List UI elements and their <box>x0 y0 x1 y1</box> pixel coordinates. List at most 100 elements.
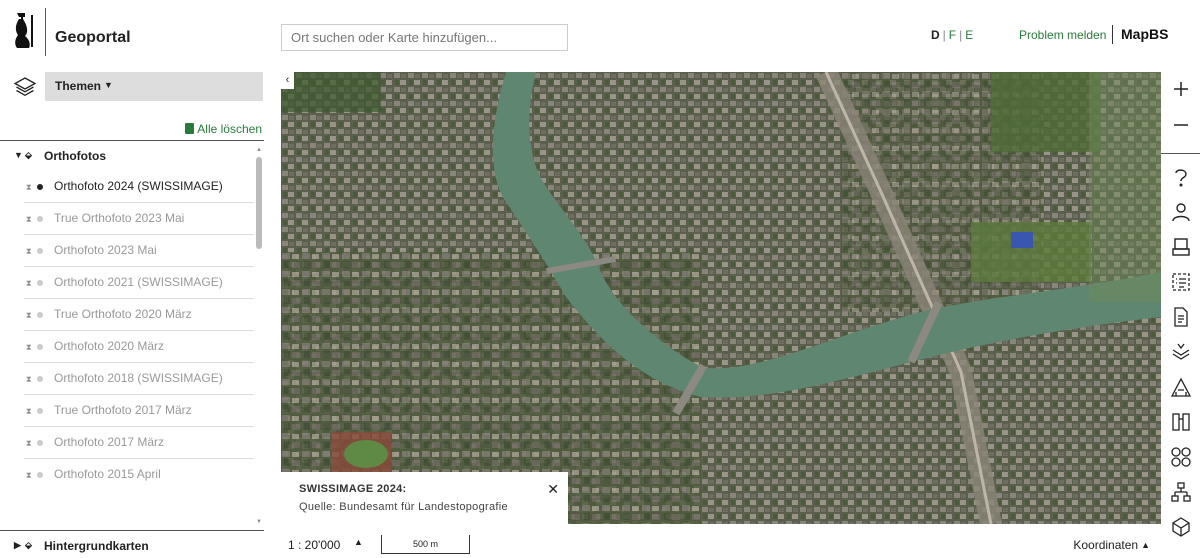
themes-dropdown[interactable]: Themen ▼ <box>45 72 263 101</box>
mapbs-divider <box>1112 25 1113 44</box>
measure-icon[interactable] <box>1170 376 1192 398</box>
toolbar-divider <box>1161 153 1200 154</box>
list-item[interactable]: ⧗ Orthofoto 2018 (SWISSIMAGE) <box>24 363 254 395</box>
visibility-dot-icon[interactable] <box>37 311 43 318</box>
visibility-dot-icon[interactable] <box>37 343 43 350</box>
drag-handle-icon[interactable]: ⧗ <box>26 242 32 259</box>
mapbs-link[interactable]: MapBS <box>1121 26 1168 42</box>
list-item[interactable]: ⧗ True Orthofoto 2017 März <box>24 395 254 427</box>
print-icon[interactable] <box>1170 236 1192 258</box>
visibility-dot-icon[interactable] <box>37 439 43 446</box>
app-title[interactable]: Geoportal <box>55 29 131 47</box>
scrollbar-thumb[interactable] <box>256 157 262 249</box>
list-item[interactable]: ⧗ True Orthofoto 2020 März <box>24 299 254 331</box>
status-bar: 1 : 20'000 ▲ 500 m Koordinaten ▲ <box>281 525 1161 557</box>
themes-label: Themen <box>55 79 102 93</box>
drag-handle-icon[interactable]: ⧗ <box>26 466 32 483</box>
caret-down-icon: ▼ <box>104 80 113 90</box>
map-toolbar <box>1161 72 1200 557</box>
visibility-dot-icon[interactable] <box>37 247 43 254</box>
list-item[interactable]: ⧗ Orthofoto 2015 April <box>24 459 254 490</box>
scroll-up-icon[interactable]: ▲ <box>256 147 262 153</box>
scalebar-label: 500 m <box>412 539 438 549</box>
visibility-dot-icon[interactable] <box>37 215 43 222</box>
caret-up-icon: ▲ <box>1141 540 1150 550</box>
divider <box>0 140 264 141</box>
sidebar-scrollbar[interactable]: ▲ ▼ <box>256 147 262 525</box>
zoom-out-icon[interactable] <box>1170 114 1192 136</box>
layer-label: True Orthofoto 2017 März <box>54 403 192 417</box>
layer-label: Orthofoto 2024 (SWISSIMAGE) <box>54 179 223 193</box>
scroll-down-icon[interactable]: ▼ <box>256 519 262 525</box>
drag-handle-icon[interactable]: ⧗ <box>26 434 32 451</box>
lang-de[interactable]: D <box>931 28 940 42</box>
tools-icon[interactable] <box>1170 446 1192 468</box>
aerial-orthophoto[interactable] <box>281 72 1161 524</box>
list-item[interactable]: ⧗ Orthofoto 2021 (SWISSIMAGE) <box>24 267 254 299</box>
legend-icon[interactable] <box>1170 271 1192 293</box>
group-label: Hintergrundkarten <box>44 539 149 553</box>
attribution-popup: SWISSIMAGE 2024: Quelle: Bundesamt für L… <box>281 472 568 525</box>
document-icon[interactable] <box>1170 306 1192 328</box>
delete-all-button[interactable]: Alle löschen <box>185 122 262 136</box>
collapse-sidebar-icon[interactable]: ‹ <box>281 72 294 89</box>
caret-up-icon[interactable]: ▲ <box>354 537 363 547</box>
drag-handle-icon[interactable]: ⧗ <box>26 210 32 227</box>
group-label: Orthofotos <box>44 149 106 163</box>
book-icon[interactable] <box>1170 411 1192 433</box>
visibility-dot-icon[interactable] <box>37 183 43 190</box>
group-orthofotos[interactable]: ▼ ⬙ Orthofotos <box>0 146 262 168</box>
layer-label: Orthofoto 2018 (SWISSIMAGE) <box>54 371 223 385</box>
list-item[interactable]: ⧗ Orthofoto 2020 März <box>24 331 254 363</box>
list-item[interactable]: ⧗ Orthofoto 2023 Mai <box>24 235 254 267</box>
layer-label: True Orthofoto 2023 Mai <box>54 211 185 225</box>
layer-label: True Orthofoto 2020 März <box>54 307 192 321</box>
close-icon[interactable]: ✕ <box>547 481 559 498</box>
layer-label: Orthofoto 2020 März <box>54 339 165 353</box>
scale-selector[interactable]: 1 : 20'000 <box>288 538 340 552</box>
lang-fr[interactable]: F <box>949 28 956 42</box>
layer-label: Orthofoto 2015 April <box>54 467 161 481</box>
layers-stack-icon[interactable] <box>1170 341 1192 363</box>
drag-handle-icon[interactable]: ⧗ <box>26 402 32 419</box>
zoom-in-icon[interactable] <box>1170 78 1192 100</box>
language-switcher: D | F | E <box>931 28 974 42</box>
coordinates-label: Koordinaten <box>1073 538 1139 552</box>
network-icon[interactable] <box>1170 481 1192 503</box>
collapsed-icon[interactable]: ▶ <box>14 540 21 551</box>
drag-handle-icon[interactable]: ⧗ <box>26 338 32 355</box>
layer-list: ⧗ Orthofoto 2024 (SWISSIMAGE) ⧗ True Ort… <box>24 171 254 490</box>
map-canvas[interactable] <box>281 72 1161 524</box>
list-item[interactable]: ⧗ Orthofoto 2017 März <box>24 427 254 459</box>
layers-icon[interactable] <box>13 75 37 99</box>
drag-icon: ⬙ <box>25 150 32 160</box>
3d-icon[interactable] <box>1170 516 1192 538</box>
basel-logo-icon[interactable] <box>11 11 39 51</box>
attribution-source: Quelle: Bundesamt für Landestopografie <box>299 501 508 513</box>
drag-handle-icon[interactable]: ⧗ <box>26 306 32 323</box>
layer-label: Orthofoto 2017 März <box>54 435 165 449</box>
divider <box>0 530 264 531</box>
list-item[interactable]: ⧗ Orthofoto 2024 (SWISSIMAGE) <box>24 171 254 203</box>
delete-all-label: Alle löschen <box>197 122 262 136</box>
expand-icon[interactable]: ▼ <box>14 150 23 160</box>
brand-divider <box>45 8 46 56</box>
report-problem-link[interactable]: Problem melden <box>1019 28 1106 42</box>
drag-handle-icon[interactable]: ⧗ <box>26 370 32 387</box>
visibility-dot-icon[interactable] <box>37 375 43 382</box>
visibility-dot-icon[interactable] <box>37 471 43 478</box>
coordinates-toggle[interactable]: Koordinaten ▲ <box>1073 538 1150 552</box>
drag-icon: ⬙ <box>25 540 32 550</box>
layer-label: Orthofoto 2021 (SWISSIMAGE) <box>54 275 223 289</box>
help-icon[interactable] <box>1170 166 1192 188</box>
group-backgrounds[interactable]: ▶ ⬙ Hintergrundkarten <box>0 536 262 558</box>
lang-en[interactable]: E <box>965 28 973 42</box>
drag-handle-icon[interactable]: ⧗ <box>26 178 32 195</box>
visibility-dot-icon[interactable] <box>37 279 43 286</box>
user-icon[interactable] <box>1170 201 1192 223</box>
list-item[interactable]: ⧗ True Orthofoto 2023 Mai <box>24 203 254 235</box>
drag-handle-icon[interactable]: ⧗ <box>26 274 32 291</box>
search-input[interactable] <box>281 24 568 51</box>
visibility-dot-icon[interactable] <box>37 407 43 414</box>
trash-icon <box>185 123 195 134</box>
